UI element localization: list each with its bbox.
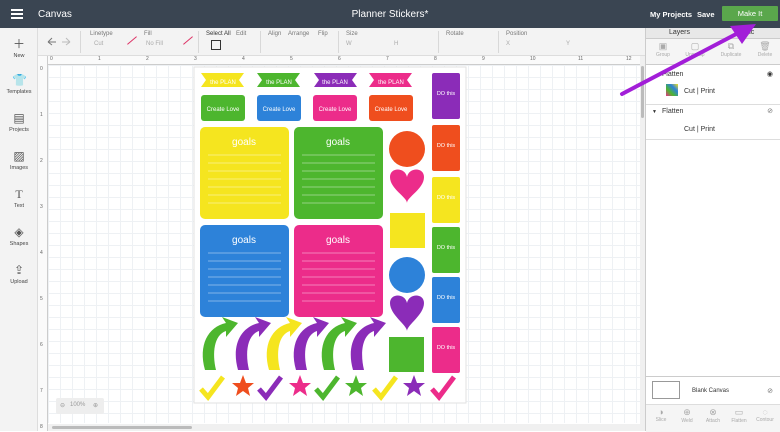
goals-text-yellow: goals	[232, 137, 256, 148]
align-label[interactable]: Align	[268, 31, 281, 37]
rotate-label: Rotate	[446, 31, 464, 37]
shapes-icon: ◈	[14, 225, 24, 239]
tool-projects[interactable]: ▤ Projects	[0, 111, 38, 134]
do-this-text-4: DO this	[437, 245, 456, 251]
book-icon: ▤	[13, 111, 25, 125]
tool-text[interactable]: T Text	[0, 187, 38, 210]
position-label: Position	[506, 31, 528, 37]
tool-new[interactable]: ＋ New	[0, 37, 38, 60]
upload-icon: ⇪	[13, 263, 25, 277]
chevron-down-icon[interactable]: ▼	[652, 109, 657, 115]
create-text-1: Create Love	[207, 107, 240, 113]
eye-hidden-icon[interactable]: ⊘	[767, 107, 773, 115]
zoom-in-button[interactable]: ⊕	[93, 402, 98, 409]
vertical-ruler: 012345678	[38, 56, 48, 431]
tool-shapes[interactable]: ◈ Shapes	[0, 225, 38, 248]
goals-text-green: goals	[326, 137, 350, 148]
size-label: Size	[346, 31, 358, 37]
goals-text-pink: goals	[326, 235, 350, 246]
tool-upload[interactable]: ⇪ Upload	[0, 263, 38, 286]
size-w-field[interactable]: W	[346, 41, 352, 47]
sticker-sheet[interactable]: the PLAN the PLAN the PLAN the PLAN Crea…	[48, 65, 640, 423]
undo-redo-icons[interactable]	[46, 36, 72, 46]
flip-label[interactable]: Flip	[318, 31, 328, 37]
do-this-text-1: DO this	[437, 91, 456, 97]
position-x-field[interactable]: X	[506, 41, 510, 47]
arrange-label[interactable]: Arrange	[288, 31, 309, 37]
left-tool-rail: ＋ New 👕 Templates ▤ Projects ▨ Images T Text …	[0, 28, 38, 431]
do-this-stickers[interactable]	[432, 73, 460, 373]
image-icon: ▨	[13, 149, 25, 163]
tool-images[interactable]: ▨ Images	[0, 149, 38, 172]
text-icon: T	[15, 187, 23, 201]
layer-title-2: Flatten	[662, 108, 684, 115]
fill-label: Fill	[144, 31, 152, 37]
pointer-arrow-annotation	[620, 24, 756, 96]
plus-icon: ＋	[12, 37, 25, 51]
do-this-text-5: DO this	[437, 295, 456, 301]
design-canvas[interactable]: the PLAN the PLAN the PLAN the PLAN Crea…	[48, 65, 640, 423]
linetype-color-swatch[interactable]	[127, 36, 137, 45]
zoom-out-button[interactable]: ⊖	[60, 402, 65, 409]
horizontal-scroll-thumb[interactable]	[52, 426, 192, 429]
eye-hidden-icon[interactable]: ⊘	[767, 387, 773, 395]
contour-icon: ◌	[762, 407, 768, 417]
layer-row-2[interactable]: ▼ Flatten ⊘ Cut | Print	[646, 104, 780, 140]
goals-text-blue: goals	[232, 235, 256, 246]
create-text-3: Create Love	[319, 107, 352, 113]
fill-color-swatch[interactable]	[183, 36, 193, 45]
blank-canvas-swatch[interactable]	[652, 381, 680, 399]
blank-canvas-area: Blank Canvas ⊘ ◑ Slice ⊕ Weld ⊗ Attach ▭ Fla…	[646, 376, 780, 432]
flag-text-green: the PLAN	[266, 80, 292, 86]
do-this-text-6: DO this	[437, 345, 456, 351]
contour-button[interactable]: ◌ Contour	[750, 407, 780, 423]
create-text-2: Create Love	[263, 107, 296, 113]
shirt-icon: 👕	[12, 73, 27, 87]
flag-text-pink: the PLAN	[378, 80, 404, 86]
position-y-field[interactable]: Y	[566, 41, 570, 47]
linetype-label: Linetype	[90, 31, 113, 37]
size-h-field[interactable]: H	[394, 41, 398, 47]
create-text-4: Create Love	[375, 107, 408, 113]
select-all-icon[interactable]	[211, 40, 221, 50]
edit-label[interactable]: Edit	[236, 31, 246, 37]
zoom-level: 100%	[70, 402, 86, 408]
layer-subtitle-2: Cut | Print	[684, 126, 715, 133]
blank-canvas-label: Blank Canvas	[692, 388, 730, 394]
select-all-label[interactable]: Select All	[206, 31, 231, 37]
edit-toolbar: Linetype Cut Fill No Fill Select All Edi…	[38, 28, 645, 56]
do-this-text-3: DO this	[437, 195, 456, 201]
bottom-actions: ◑ Slice ⊕ Weld ⊗ Attach ▭ Flatten ◌ Contour	[646, 404, 780, 432]
tool-templates[interactable]: 👕 Templates	[0, 73, 38, 96]
linetype-select[interactable]: Cut	[94, 41, 103, 47]
horizontal-ruler: 0 1 2 3 4 5 6 7 8 9 10 11 12	[48, 56, 640, 65]
zoom-control[interactable]: ⊖ 100% ⊕	[56, 398, 104, 414]
flag-text-yellow: the PLAN	[210, 80, 236, 86]
do-this-text-2: DO this	[437, 143, 456, 149]
fill-select[interactable]: No Fill	[146, 41, 163, 47]
flag-text-purple: the PLAN	[322, 80, 348, 86]
